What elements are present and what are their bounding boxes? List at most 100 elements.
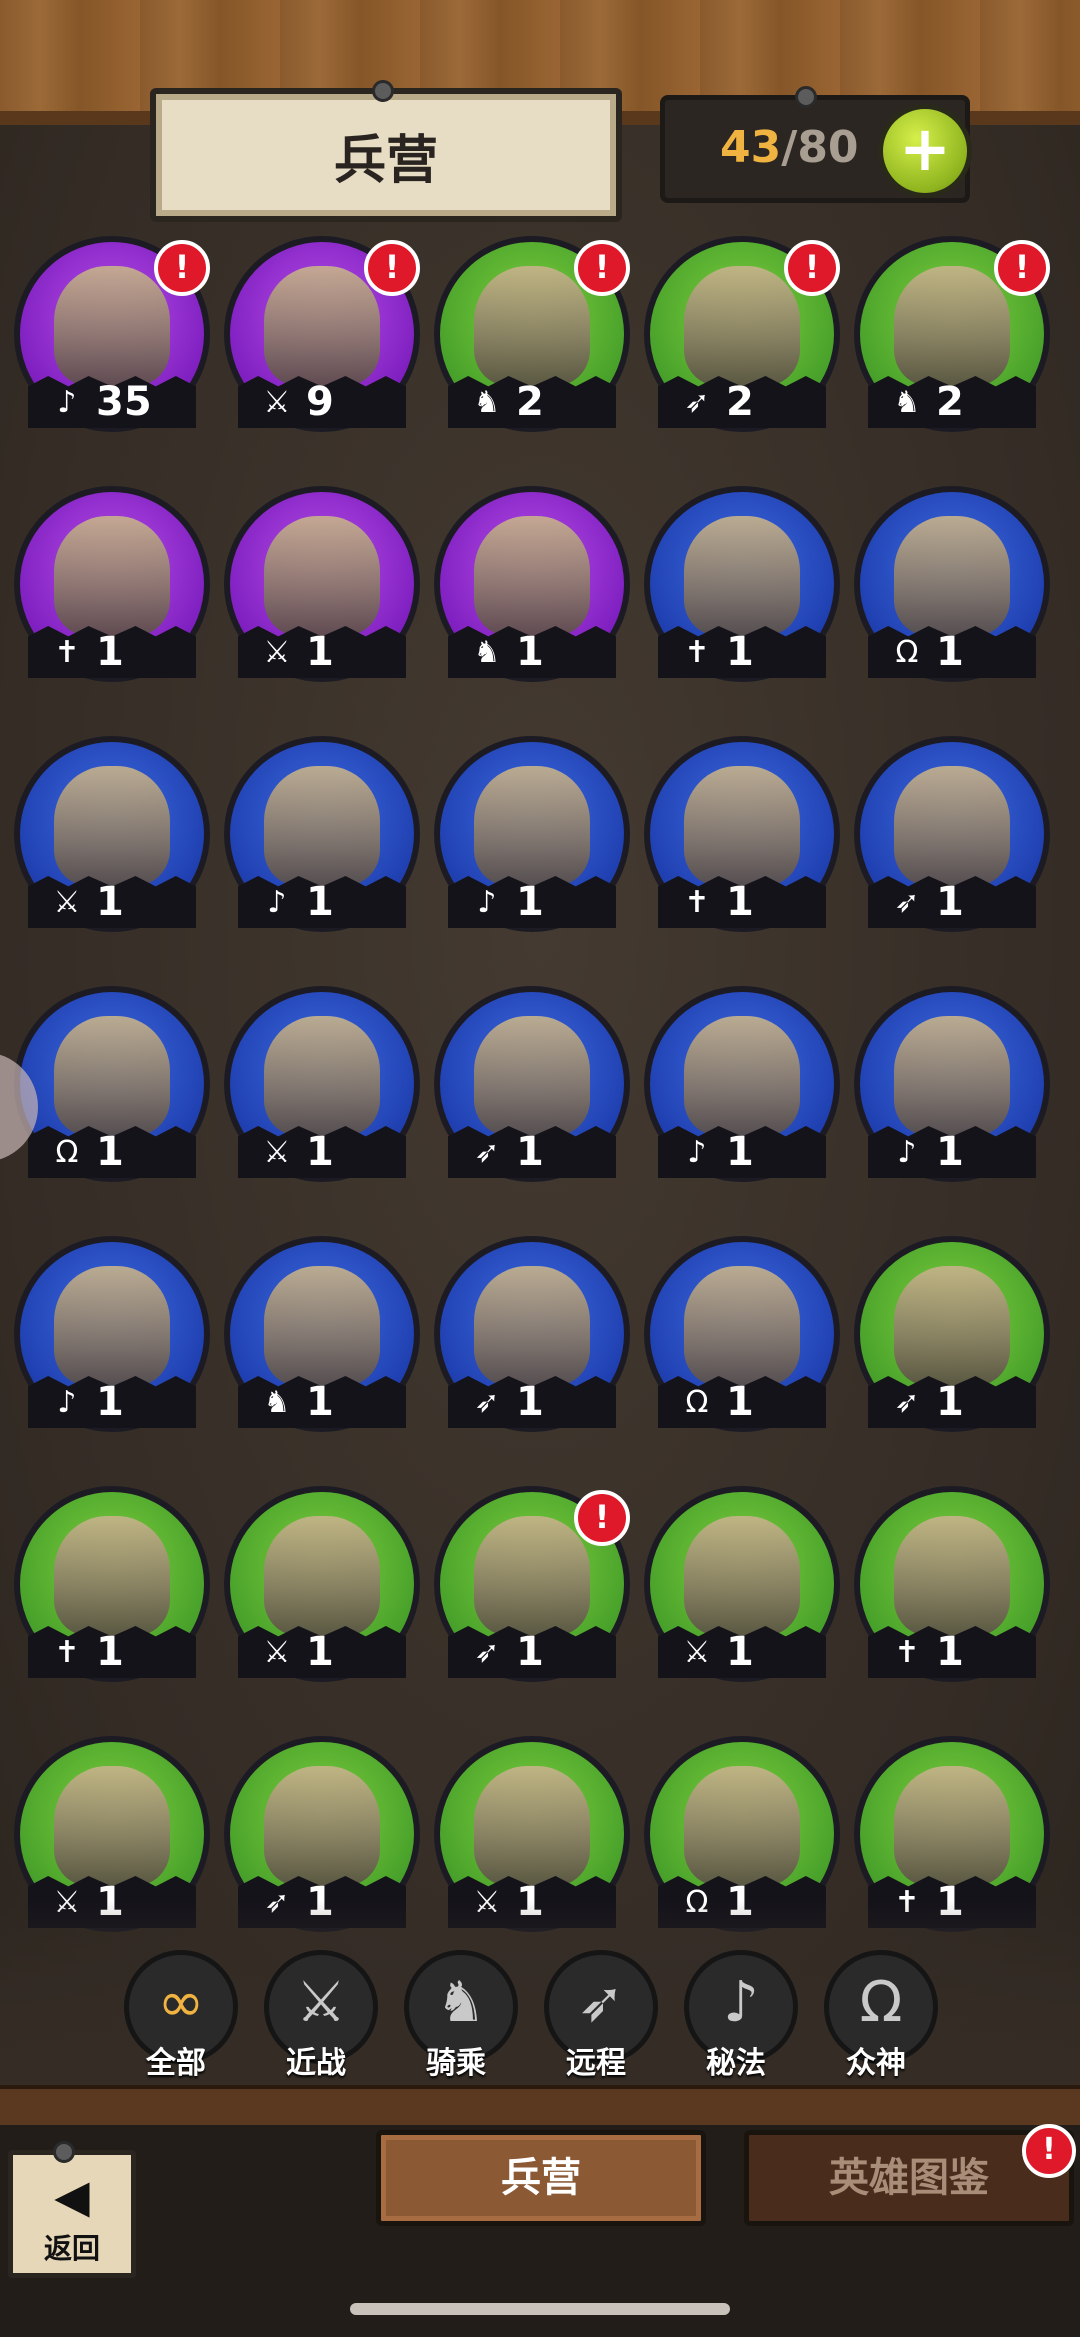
unit-count: 1 xyxy=(936,629,964,675)
arcane-class-icon: ♪ xyxy=(57,385,77,420)
unit-portrait xyxy=(684,1766,800,1886)
unit-count: 1 xyxy=(96,1379,124,1425)
unit-count: 1 xyxy=(96,629,124,675)
unit-card[interactable]: ✝1 xyxy=(644,736,840,932)
unit-portrait xyxy=(894,516,1010,636)
unit-count: 9 xyxy=(306,379,334,425)
unit-card[interactable]: ♪ 1 xyxy=(434,736,630,932)
unit-card[interactable]: ➶ 2! xyxy=(644,236,840,432)
unit-count: 1 xyxy=(306,1629,334,1675)
unit-card[interactable]: ♞ 2! xyxy=(434,236,630,432)
unit-card[interactable]: ✝1 xyxy=(14,1486,210,1682)
unit-count: 1 xyxy=(516,629,544,675)
capacity-separator: / xyxy=(781,122,798,173)
unit-count: 1 xyxy=(306,879,334,925)
unit-portrait xyxy=(474,1516,590,1636)
unit-portrait xyxy=(684,1516,800,1636)
alert-badge: ! xyxy=(994,240,1050,296)
ranged-class-icon: ➶ xyxy=(894,1385,920,1420)
ranged-class-icon: ➶ xyxy=(474,1135,500,1170)
unit-portrait xyxy=(894,1766,1010,1886)
mounted-class-icon: ♞ xyxy=(263,1385,291,1420)
back-arrow-icon: ◀ xyxy=(54,2169,90,2223)
pin-icon xyxy=(53,2141,75,2163)
unit-capacity: 43/80 xyxy=(720,122,859,173)
unit-card[interactable]: ➶1 xyxy=(854,736,1050,932)
unit-portrait xyxy=(684,1016,800,1136)
arcane-class-icon: ♪ xyxy=(57,1385,77,1420)
bow-icon: ➶ xyxy=(577,1970,625,2035)
capacity-current: 43 xyxy=(720,122,782,173)
unit-card[interactable]: ♞ 2! xyxy=(854,236,1050,432)
infinity-icon: ∞ xyxy=(157,1970,205,2035)
unit-count: 1 xyxy=(96,1629,124,1675)
unit-portrait xyxy=(264,1016,380,1136)
pantheon-class-icon: Ω xyxy=(55,1135,79,1170)
ranged-class-icon: ➶ xyxy=(474,1635,500,1670)
unit-portrait xyxy=(684,1266,800,1386)
unit-portrait xyxy=(54,766,170,886)
unit-card[interactable]: Ω1 xyxy=(854,486,1050,682)
unit-card[interactable]: ➶1 xyxy=(854,1236,1050,1432)
unit-card[interactable]: ✝1 xyxy=(644,486,840,682)
unit-card[interactable]: ♪ 35! xyxy=(14,236,210,432)
home-indicator[interactable] xyxy=(350,2303,730,2315)
unit-card[interactable]: ♞ 1 xyxy=(434,486,630,682)
melee-class-icon: ⚔ xyxy=(683,1635,711,1670)
bottom-wood-frame xyxy=(0,2085,1080,2129)
page-title: 兵营 xyxy=(333,131,438,191)
pantheon-class-icon: Ω xyxy=(685,1385,709,1420)
filter-label: 全部 xyxy=(146,2046,206,2081)
unit-card[interactable]: ♞ 1 xyxy=(224,1236,420,1432)
divine-class-icon: ✝ xyxy=(54,635,80,670)
unit-count: 2 xyxy=(516,379,544,425)
unit-count: 1 xyxy=(96,879,124,925)
unit-count: 1 xyxy=(516,1379,544,1425)
unit-card[interactable]: Ω1 xyxy=(14,986,210,1182)
unit-portrait xyxy=(474,516,590,636)
unit-card[interactable]: ➶1 xyxy=(434,1236,630,1432)
unit-card[interactable]: ⚔1 xyxy=(644,1486,840,1682)
unit-portrait xyxy=(54,266,170,386)
unit-card[interactable]: ♪ 1 xyxy=(644,986,840,1182)
unit-count: 1 xyxy=(726,1129,754,1175)
unit-card[interactable]: ⚔1 xyxy=(224,1486,420,1682)
unit-card[interactable]: ⚔1 xyxy=(224,486,420,682)
unit-card[interactable]: ✝1 xyxy=(14,486,210,682)
arcane-class-icon: ♪ xyxy=(477,885,497,920)
unit-count: 2 xyxy=(936,379,964,425)
alert-badge: ! xyxy=(574,240,630,296)
unit-card[interactable]: ➶1 xyxy=(434,986,630,1182)
tab-barracks[interactable]: 兵营 xyxy=(376,2130,706,2226)
omega-icon: Ω xyxy=(859,1970,903,2035)
arcane-class-icon: ♪ xyxy=(897,1135,917,1170)
unit-portrait xyxy=(264,1516,380,1636)
unit-portrait xyxy=(894,766,1010,886)
unit-card[interactable]: Ω1 xyxy=(644,1236,840,1432)
divine-class-icon: ✝ xyxy=(894,1635,920,1670)
divine-class-icon: ✝ xyxy=(684,635,710,670)
arcane-class-icon: ♪ xyxy=(267,885,287,920)
unit-portrait xyxy=(474,1266,590,1386)
unit-portrait xyxy=(894,1516,1010,1636)
unit-portrait xyxy=(264,766,380,886)
unit-count: 1 xyxy=(936,879,964,925)
pantheon-class-icon: Ω xyxy=(895,635,919,670)
unit-card[interactable]: ♪ 1 xyxy=(224,736,420,932)
back-button[interactable]: ◀ 返回 xyxy=(8,2141,136,2278)
unit-card[interactable]: ⚔1 xyxy=(14,736,210,932)
unit-card[interactable]: ⚔ 9! xyxy=(224,236,420,432)
expand-capacity-button[interactable]: + xyxy=(878,104,972,198)
unit-card[interactable]: ➶ 1! xyxy=(434,1486,630,1682)
unit-portrait xyxy=(894,1016,1010,1136)
melee-class-icon: ⚔ xyxy=(263,635,291,670)
unit-card[interactable]: ✝1 xyxy=(854,1486,1050,1682)
unit-card[interactable]: ♪ 1 xyxy=(14,1236,210,1432)
unit-card[interactable]: ⚔1 xyxy=(224,986,420,1182)
unit-card[interactable]: ♪ 1 xyxy=(854,986,1050,1182)
filter-label: 秘法 xyxy=(706,2046,766,2081)
unit-portrait xyxy=(54,1766,170,1886)
unit-portrait xyxy=(474,266,590,386)
arcane-icon: ♪ xyxy=(723,1970,759,2035)
mounted-class-icon: ♞ xyxy=(473,635,501,670)
